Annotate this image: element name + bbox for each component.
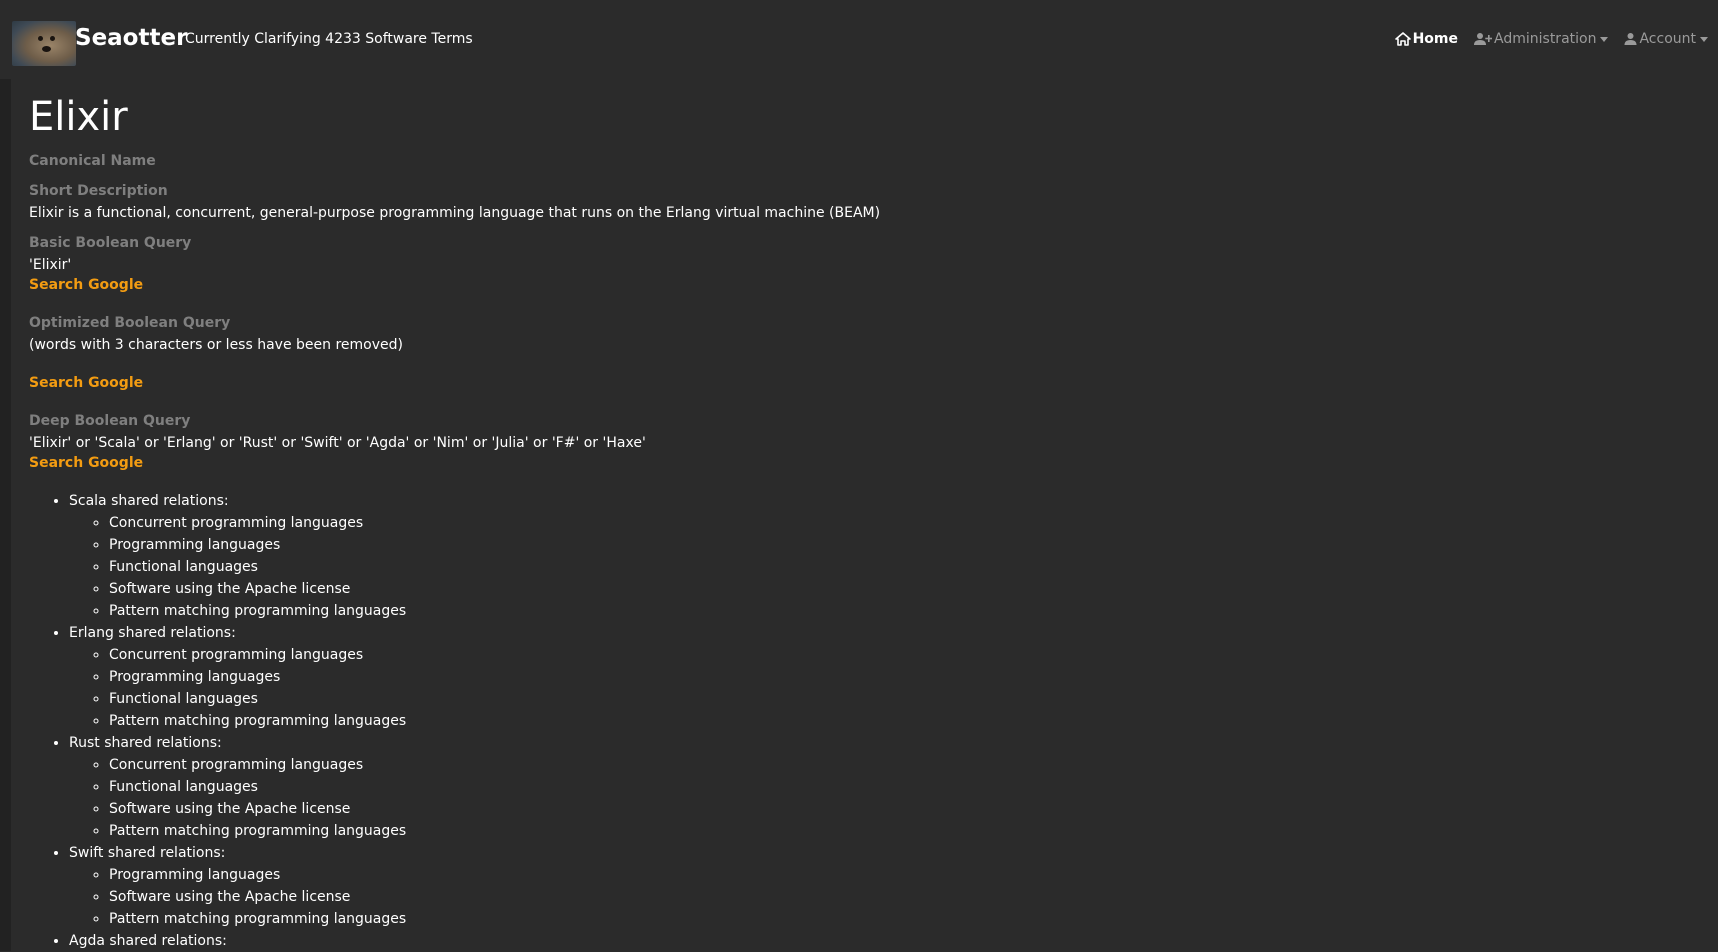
list-item: Erlang shared relations: Concurrent prog…: [69, 622, 1689, 732]
list-item: Software using the Apache license: [109, 578, 1689, 600]
list-item: Pattern matching programming languages: [109, 908, 1689, 930]
nav-home[interactable]: Home: [1394, 29, 1459, 49]
list-item: Programming languages: [109, 666, 1689, 688]
home-icon: [1394, 32, 1411, 46]
list-item: Concurrent programming languages: [109, 754, 1689, 776]
otter-logo[interactable]: [12, 21, 76, 66]
basic-query-label: Basic Boolean Query: [29, 235, 192, 251]
canonical-name-label: Canonical Name: [29, 153, 156, 169]
list-item: Pattern matching programming languages: [109, 600, 1689, 622]
relation-title: Rust shared relations:: [69, 735, 222, 751]
logo-nose: [42, 46, 51, 52]
main-content: Elixir Canonical Name Short Description …: [29, 79, 1689, 952]
user-plus-icon: [1474, 33, 1493, 45]
basic-search-google-link[interactable]: Search Google: [29, 275, 1689, 295]
optimized-query-empty-value: [29, 355, 1689, 373]
navbar: Seaotter Currently Clarifying 4233 Softw…: [0, 0, 1718, 79]
list-item: Agda shared relations:: [69, 930, 1689, 952]
list-item: Functional languages: [109, 776, 1689, 798]
relation-title: Swift shared relations:: [69, 845, 226, 861]
list-item: Scala shared relations: Concurrent progr…: [69, 490, 1689, 622]
short-description-value: Elixir is a functional, concurrent, gene…: [29, 205, 881, 221]
relation-title: Agda shared relations:: [69, 933, 227, 949]
list-item: Pattern matching programming languages: [109, 820, 1689, 842]
list-item: Programming languages: [109, 864, 1689, 886]
basic-query-value: 'Elixir': [29, 257, 72, 273]
user-icon: [1624, 33, 1637, 45]
nav-account[interactable]: Account: [1624, 29, 1708, 49]
nav-links: Home Administration Account: [1379, 29, 1708, 49]
list-item: Functional languages: [109, 688, 1689, 710]
list-item: Swift shared relations: Programming lang…: [69, 842, 1689, 930]
optimized-query-note: (words with 3 characters or less have be…: [29, 337, 403, 353]
relation-title: Scala shared relations:: [69, 493, 229, 509]
list-item: Programming languages: [109, 534, 1689, 556]
page-title: Elixir: [29, 94, 128, 140]
nav-administration[interactable]: Administration: [1474, 29, 1609, 49]
logo-eye-left: [38, 36, 43, 41]
nav-administration-label: Administration: [1494, 31, 1597, 47]
optimized-search-google-link[interactable]: Search Google: [29, 373, 1689, 393]
chevron-down-icon: [1600, 36, 1609, 42]
shared-relations-list: Scala shared relations: Concurrent progr…: [29, 490, 1689, 952]
list-item: Rust shared relations: Concurrent progra…: [69, 732, 1689, 842]
deep-search-google-link[interactable]: Search Google: [29, 453, 1689, 473]
list-item: Pattern matching programming languages: [109, 710, 1689, 732]
list-item: Software using the Apache license: [109, 886, 1689, 908]
list-item: Concurrent programming languages: [109, 644, 1689, 666]
list-item: Functional languages: [109, 556, 1689, 578]
nav-home-label: Home: [1412, 31, 1459, 47]
optimized-query-label: Optimized Boolean Query: [29, 315, 231, 331]
logo-eye-right: [50, 36, 55, 41]
short-description-label: Short Description: [29, 183, 168, 199]
deep-query-value: 'Elixir' or 'Scala' or 'Erlang' or 'Rust…: [29, 435, 646, 451]
deep-query-label: Deep Boolean Query: [29, 413, 191, 429]
brand-name[interactable]: Seaotter: [75, 23, 187, 53]
chevron-down-icon: [1700, 36, 1708, 42]
tagline: Currently Clarifying 4233 Software Terms: [185, 31, 473, 47]
relation-title: Erlang shared relations:: [69, 625, 236, 641]
sidebar-edge: [0, 79, 11, 951]
nav-account-label: Account: [1639, 31, 1696, 47]
list-item: Software using the Apache license: [109, 798, 1689, 820]
list-item: Concurrent programming languages: [109, 512, 1689, 534]
